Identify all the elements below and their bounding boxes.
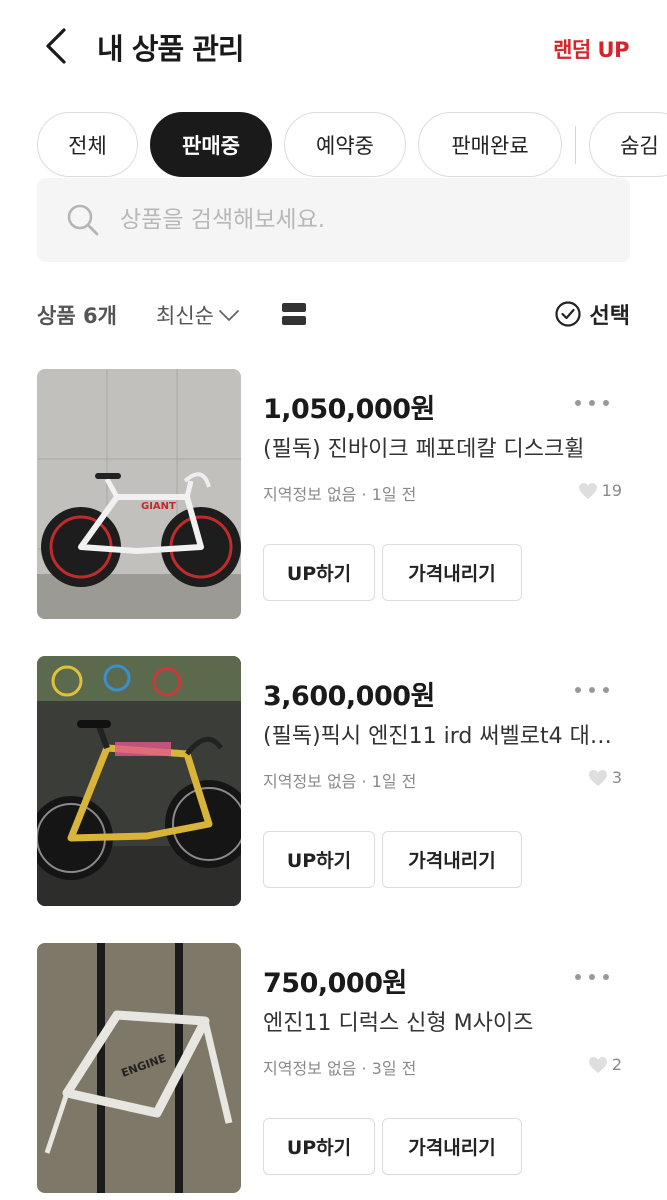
more-options-button[interactable]: [572, 680, 612, 700]
product-count-prefix: 상품: [37, 304, 76, 328]
product-thumbnail[interactable]: [37, 656, 241, 906]
select-label: 선택: [589, 304, 630, 329]
like-count: 3: [588, 768, 622, 787]
lower-price-button[interactable]: 가격내리기: [382, 1118, 522, 1175]
product-price: 3,600,000원: [263, 681, 435, 712]
sort-dropdown[interactable]: 최신순: [156, 300, 240, 330]
product-item[interactable]: 3,600,000원 (필독)픽시 엔진11 ird 써벨로t4 대… 지역정보…: [37, 656, 630, 906]
chevron-down-icon: [219, 310, 239, 321]
product-title[interactable]: (필독)픽시 엔진11 ird 써벨로t4 대…: [263, 718, 630, 750]
svg-text:GIANT: GIANT: [141, 501, 176, 512]
product-meta: 지역정보 없음 · 3일 전: [263, 1059, 417, 1078]
random-up-button[interactable]: 랜덤 UP: [553, 34, 629, 64]
status-tabs: 전체 판매중 예약중 판매완료 숨김: [37, 112, 667, 178]
tab-divider: [575, 126, 576, 164]
product-price: 1,050,000원: [263, 394, 435, 425]
lower-price-button[interactable]: 가격내리기: [382, 544, 522, 601]
tab-sold[interactable]: 판매완료: [418, 112, 562, 177]
product-price: 750,000원: [263, 968, 407, 999]
more-dots-icon: [575, 687, 609, 693]
bicycle-photo-icon: [37, 656, 241, 906]
product-item[interactable]: ENGINE 750,000원 엔진11 디럭스 신형 M사이즈 지역정보 없음…: [37, 943, 630, 1193]
up-button[interactable]: UP하기: [263, 544, 375, 601]
bicycle-photo-icon: GIANT: [37, 369, 241, 619]
product-count: 상품 6개: [37, 300, 117, 330]
product-title[interactable]: 엔진11 디럭스 신형 M사이즈: [263, 1005, 630, 1037]
like-count-value: 3: [611, 768, 622, 787]
more-options-button[interactable]: [572, 393, 612, 413]
tab-all[interactable]: 전체: [37, 112, 138, 177]
tab-hidden[interactable]: 숨김: [589, 112, 667, 177]
view-toggle-button[interactable]: [281, 301, 307, 327]
header: 내 상품 관리 랜덤 UP: [0, 0, 667, 95]
product-thumbnail[interactable]: ENGINE: [37, 943, 241, 1193]
chevron-left-icon: [46, 28, 66, 64]
bicycle-frame-photo-icon: ENGINE: [37, 943, 241, 1193]
list-view-icon: [282, 303, 306, 325]
search-bar: [37, 178, 630, 262]
product-thumbnail[interactable]: GIANT: [37, 369, 241, 619]
product-meta: 지역정보 없음 · 1일 전: [263, 772, 417, 791]
product-item[interactable]: GIANT 1,050,000원 (필독) 진바이크 페포데칼 디스크휠 지역정…: [37, 369, 630, 619]
lower-price-button[interactable]: 가격내리기: [382, 831, 522, 888]
heart-icon: [588, 1056, 607, 1073]
up-button[interactable]: UP하기: [263, 1118, 375, 1175]
product-count-value: 6개: [82, 304, 117, 328]
more-dots-icon: [575, 974, 609, 980]
back-button[interactable]: [36, 24, 80, 68]
page-title: 내 상품 관리: [97, 32, 245, 66]
select-button[interactable]: 선택: [554, 298, 630, 330]
search-input[interactable]: [120, 207, 600, 233]
like-count: 2: [588, 1055, 622, 1074]
tab-reserved[interactable]: 예약중: [284, 112, 406, 177]
search-icon: [67, 204, 99, 236]
heart-icon: [588, 769, 607, 786]
up-button[interactable]: UP하기: [263, 831, 375, 888]
product-title[interactable]: (필독) 진바이크 페포데칼 디스크휠: [263, 431, 630, 463]
like-count-value: 19: [601, 481, 622, 500]
app-root: 내 상품 관리 랜덤 UP 전체 판매중 예약중 판매완료 숨김 상품 6개 최…: [0, 0, 667, 1200]
like-count: 19: [578, 481, 622, 500]
check-circle-icon: [554, 301, 581, 327]
tab-on-sale[interactable]: 판매중: [150, 112, 272, 177]
product-meta: 지역정보 없음 · 1일 전: [263, 485, 417, 504]
sort-label: 최신순: [156, 304, 214, 328]
like-count-value: 2: [611, 1055, 622, 1074]
heart-icon: [578, 482, 597, 499]
more-dots-icon: [575, 400, 609, 406]
list-toolbar: 상품 6개 최신순 선택: [37, 290, 630, 338]
more-options-button[interactable]: [572, 967, 612, 987]
